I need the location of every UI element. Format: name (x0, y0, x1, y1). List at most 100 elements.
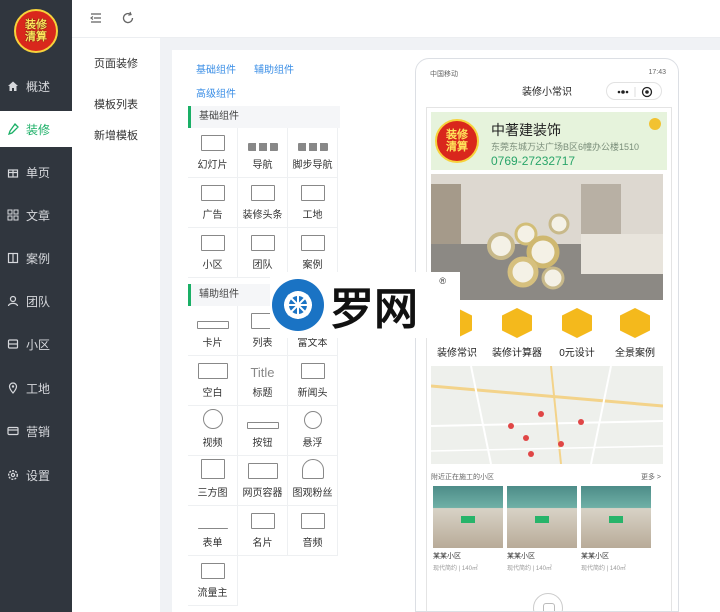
panorama-icon (620, 308, 650, 338)
component-video[interactable]: 视频 (188, 406, 238, 456)
box-icon (6, 337, 20, 351)
component-namecard[interactable]: 名片 (238, 506, 288, 556)
component-news-header[interactable]: 新闻头 (288, 356, 338, 406)
feature-free-design[interactable]: 0元设计 (549, 308, 605, 368)
tab-aux-components[interactable]: 辅助组件 (254, 61, 294, 76)
component-audio[interactable]: 音频 (288, 506, 338, 556)
card-info: 现代简约 | 140㎡ (581, 566, 626, 572)
sidebar-item-label: 装修 (26, 122, 51, 137)
map-view[interactable] (431, 366, 663, 464)
sub-sidebar: 页面装修 模板列表 新增模板 (72, 38, 160, 612)
community-card[interactable]: 某某小区 现代简约 | 140㎡ (507, 486, 577, 582)
component-ad[interactable]: 广告 (188, 178, 238, 228)
brand-logo-box: 装修 清算 (0, 0, 72, 62)
play-icon (202, 409, 223, 429)
more-dots-icon (617, 86, 653, 98)
component-label: 标题 (252, 388, 273, 399)
top-bar (72, 0, 720, 38)
feature-panorama[interactable]: 全景案例 (607, 308, 663, 368)
banner-image[interactable] (431, 174, 663, 300)
sidebar-item-label: 概述 (26, 79, 51, 94)
company-phone[interactable]: 0769-27232717 (491, 154, 575, 168)
refresh-icon[interactable] (120, 10, 136, 26)
basic-component-grid: 幻灯片 导航 脚步导航 广告 装修头条 工地 小区 团队 案例 (188, 128, 340, 278)
tab-basic-components[interactable]: 基础组件 (196, 61, 236, 76)
component-label: 表单 (202, 538, 223, 549)
component-float[interactable]: 悬浮 (288, 406, 338, 456)
component-three-image[interactable]: 三方图 (188, 456, 238, 506)
component-webview[interactable]: 网页容器 (238, 456, 288, 506)
feature-label: 装修计算器 (492, 348, 542, 359)
sidebar-item-decorate[interactable]: 装修 (0, 111, 72, 147)
component-label: 幻灯片 (197, 160, 228, 171)
gear-icon (6, 468, 20, 482)
company-address: 东莞东城万达广场B区6幢办公楼1510 (491, 142, 640, 152)
sidebar-item-site[interactable]: 工地 (0, 370, 72, 406)
component-team[interactable]: 团队 (238, 228, 288, 278)
traffic-icon (200, 563, 225, 579)
headset-icon (301, 459, 324, 479)
plus-circle-icon (303, 411, 322, 429)
component-label: 空白 (202, 388, 223, 399)
subnav-page-decorate[interactable]: 页面装修 (94, 55, 138, 71)
component-label: 名片 (252, 538, 273, 549)
sidebar-item-case[interactable]: 案例 (0, 240, 72, 276)
component-button[interactable]: 按钮 (238, 406, 288, 456)
sidebar-item-settings[interactable]: 设置 (0, 457, 72, 493)
sidebar-item-community[interactable]: 小区 (0, 326, 72, 362)
company-logo: 装修 清算 (435, 119, 479, 163)
component-community[interactable]: 小区 (188, 228, 238, 278)
sidebar-item-article[interactable]: 文章 (0, 197, 72, 233)
component-label: 脚步导航 (292, 160, 333, 171)
status-tag (609, 516, 623, 523)
component-form[interactable]: 表单 (188, 506, 238, 556)
component-label: 装修头条 (242, 210, 283, 221)
brand-logo[interactable]: 装修 清算 (14, 9, 58, 53)
component-title[interactable]: Title 标题 (238, 356, 288, 406)
component-nav[interactable]: 导航 (238, 128, 288, 178)
community-card[interactable]: 某某小区 现代简约 | 140㎡ (433, 486, 503, 582)
sidebar-item-marketing[interactable]: 营销 (0, 413, 72, 449)
form-icon (197, 528, 228, 529)
feature-label: 0元设计 (559, 348, 595, 359)
watermark: 罗网 ® (270, 272, 460, 338)
subnav-template-list[interactable]: 模板列表 (94, 96, 138, 112)
sidebar-item-page[interactable]: 单页 (0, 154, 72, 190)
company-name: 中著建装饰 (491, 122, 561, 138)
component-label: 新闻头 (297, 388, 328, 399)
component-label: 工地 (302, 210, 323, 221)
book-icon (6, 251, 20, 265)
sidebar-item-overview[interactable]: 概述 (0, 68, 72, 104)
sidebar-item-team[interactable]: 团队 (0, 283, 72, 319)
collapse-menu-icon[interactable] (88, 10, 104, 26)
subnav-new-template[interactable]: 新增模板 (94, 127, 138, 143)
badge-icon (649, 118, 661, 130)
component-site[interactable]: 工地 (288, 178, 338, 228)
component-label: 团队 (252, 260, 273, 271)
component-card[interactable]: 卡片 (188, 306, 238, 356)
feature-calculator[interactable]: 装修计算器 (489, 308, 545, 368)
component-case[interactable]: 案例 (288, 228, 338, 278)
watermark-logo-icon (272, 279, 324, 331)
nearby-header: 附近正在施工的小区 更多 > (431, 472, 663, 482)
slider-icon (200, 135, 225, 151)
component-follow[interactable]: 图观粉丝 (288, 456, 338, 506)
calculator-icon (502, 308, 532, 338)
component-blank[interactable]: 空白 (188, 356, 238, 406)
card-info: 现代简约 | 140㎡ (433, 566, 478, 572)
main-sidebar: 装修 清算 概述 装修 单页 文章 案例 团队 小区 工地 营销 设置 (0, 0, 72, 612)
more-link[interactable]: 更多 > (641, 472, 661, 482)
component-traffic[interactable]: 流量主 (188, 556, 238, 606)
component-label: 卡片 (202, 338, 223, 349)
component-footer-nav[interactable]: 脚步导航 (288, 128, 338, 178)
component-headline[interactable]: 装修头条 (238, 178, 288, 228)
community-card[interactable]: 某某小区 现代简约 | 140㎡ (581, 486, 651, 582)
mini-program-capsule[interactable] (606, 82, 662, 100)
logo-text-bottom: 清算 (25, 31, 47, 43)
phone-screen: 装修 清算 中著建装饰 东莞东城万达广场B区6幢办公楼1510 0769-272… (426, 107, 672, 611)
gift-icon (6, 165, 20, 179)
webview-icon (247, 463, 278, 479)
user-icon (6, 294, 20, 308)
component-slider[interactable]: 幻灯片 (188, 128, 238, 178)
tab-advanced-components[interactable]: 高级组件 (196, 85, 236, 100)
